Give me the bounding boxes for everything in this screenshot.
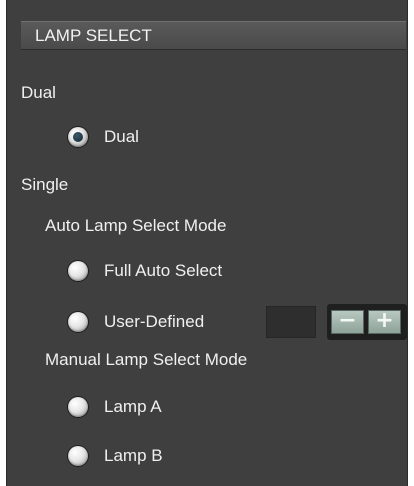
section-label-dual: Dual xyxy=(21,83,56,102)
lamp-select-panel: LAMP SELECT Dual Dual Single Auto Lamp S… xyxy=(6,0,408,486)
panel-header: LAMP SELECT xyxy=(21,21,406,50)
subsection-label-manual-mode: Manual Lamp Select Mode xyxy=(45,350,248,369)
radio-selected-dot-icon xyxy=(73,132,83,142)
increment-button[interactable]: + xyxy=(368,310,401,334)
radio-label-full-auto[interactable]: Full Auto Select xyxy=(104,261,222,281)
subsection-label-auto-mode: Auto Lamp Select Mode xyxy=(45,216,227,235)
radio-label-lamp-b[interactable]: Lamp B xyxy=(104,446,163,466)
radio-button-full-auto[interactable] xyxy=(68,261,88,281)
radio-label-user-defined[interactable]: User-Defined xyxy=(104,312,204,332)
radio-button-lamp-a[interactable] xyxy=(68,397,88,417)
user-defined-stepper: − + xyxy=(327,304,407,340)
decrement-button[interactable]: − xyxy=(331,310,364,334)
radio-label-dual[interactable]: Dual xyxy=(104,127,139,147)
radio-label-lamp-a[interactable]: Lamp A xyxy=(104,397,162,417)
panel-title: LAMP SELECT xyxy=(35,26,152,45)
radio-button-lamp-b[interactable] xyxy=(68,446,88,466)
user-defined-value-field[interactable] xyxy=(266,306,316,338)
radio-button-dual[interactable] xyxy=(68,127,88,147)
radio-button-user-defined[interactable] xyxy=(68,312,88,332)
section-label-single: Single xyxy=(21,175,69,194)
